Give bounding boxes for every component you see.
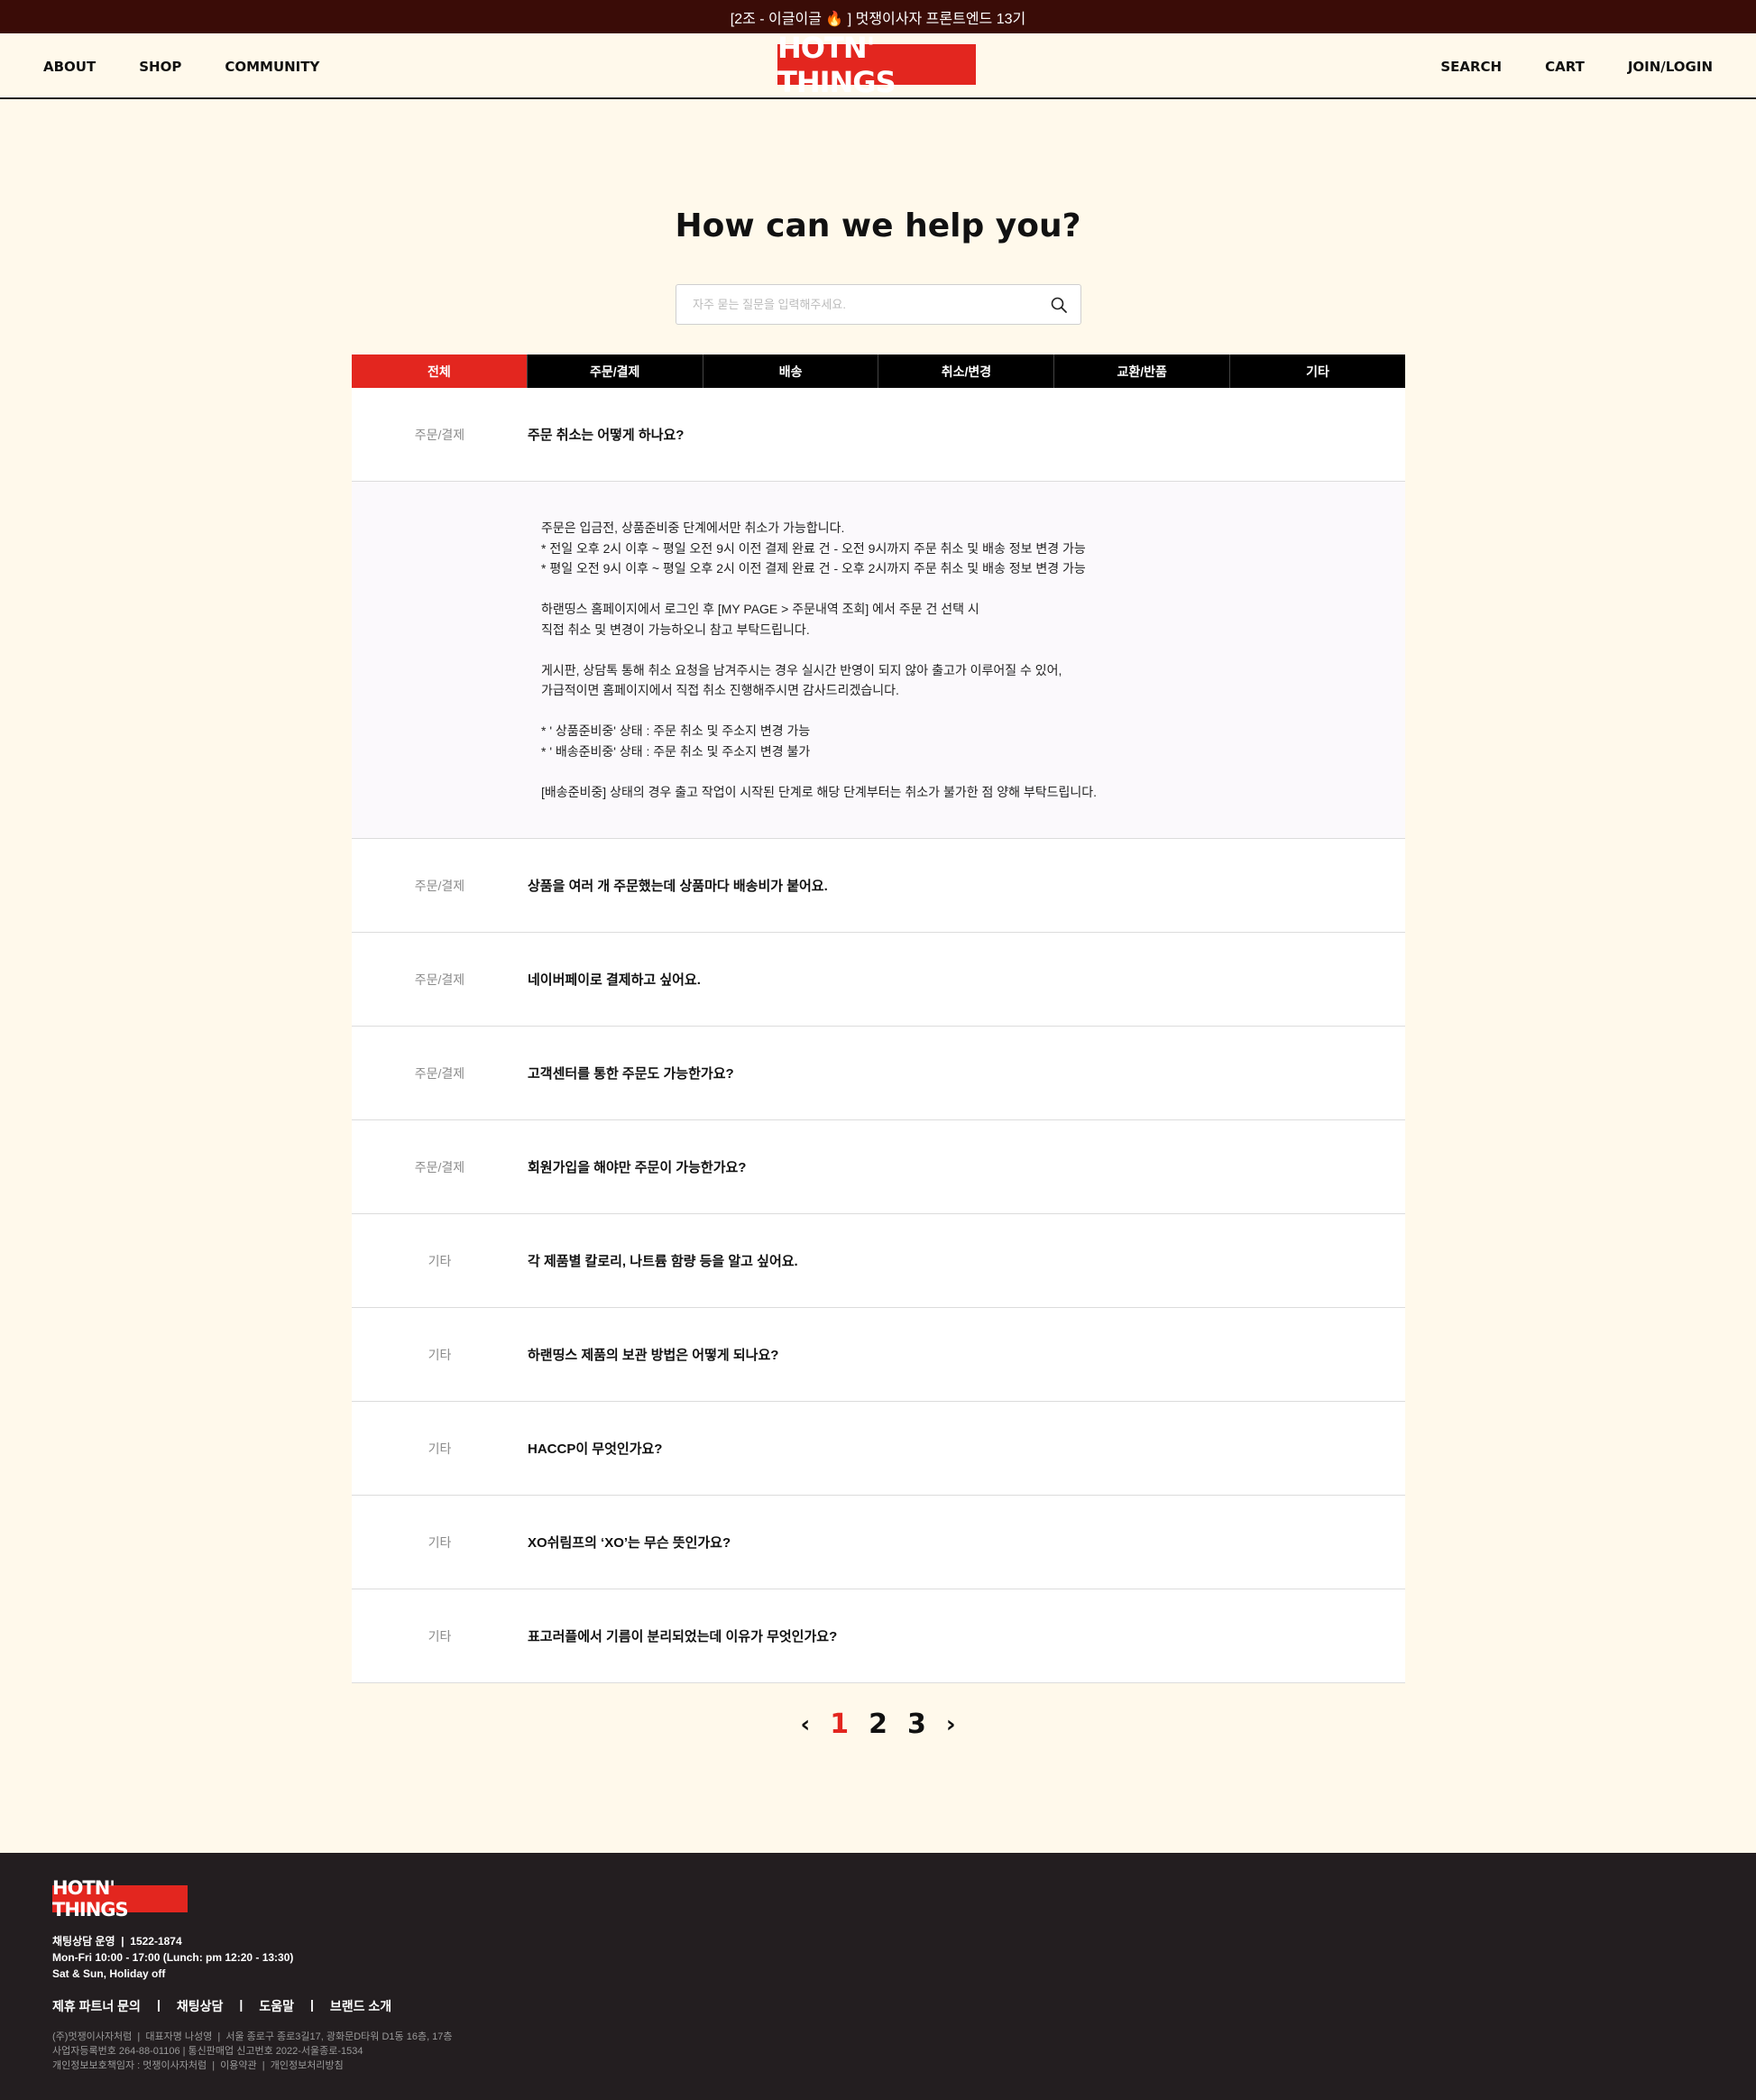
brand-logo[interactable]: HOTN' THINGS bbox=[777, 31, 976, 99]
answer-line: 가급적이면 홈페이지에서 직접 취소 진행해주시면 감사드리겠습니다. bbox=[541, 683, 899, 697]
site-header: ABOUT SHOP COMMUNITY HOTN' THINGS SEARCH… bbox=[0, 31, 1756, 99]
faq-category: 주문/결제 bbox=[414, 427, 465, 442]
faq-item[interactable]: 주문/결제 회원가입을 해야만 주문이 가능한가요? bbox=[352, 1120, 1405, 1214]
answer-line: * 전일 오후 2시 이후 ~ 평일 오전 9시 이전 결제 완료 건 - 오전… bbox=[541, 540, 1086, 556]
announcement-text: [2조 - 이글이글 🔥 ] 멋쟁이사자 프론트엔드 13기 bbox=[730, 11, 1026, 27]
answer-line: 직접 취소 및 변경이 가능하오니 참고 부탁드립니다. bbox=[541, 622, 810, 637]
site-footer: HOTN' THINGS 채팅상담 운영 | 1522-1874 Mon-Fri… bbox=[0, 1853, 1756, 2100]
faq-question: XO쉬림프의 ‘XO’는 무슨 뜻인가요? bbox=[528, 1535, 731, 1551]
faq-question: HACCP이 무엇인가요? bbox=[528, 1441, 663, 1457]
page-1-button[interactable]: 1 bbox=[830, 1709, 849, 1740]
answer-line bbox=[541, 640, 1405, 660]
announcement-bar: [2조 - 이글이글 🔥 ] 멋쟁이사자 프론트엔드 13기 bbox=[0, 0, 1756, 33]
footer-link-separator: | bbox=[156, 1997, 161, 2012]
faq-category: 주문/결제 bbox=[414, 878, 465, 893]
faq-question: 표고러플에서 기름이 분리되었는데 이유가 무엇인가요? bbox=[528, 1629, 838, 1644]
nav-shop-link[interactable]: SHOP bbox=[139, 59, 181, 75]
faq-question: 상품을 여러 개 주문했는데 상품마다 배송비가 붙어요. bbox=[528, 879, 828, 894]
footer-link-partner[interactable]: 제휴 파트너 문의 bbox=[52, 1997, 141, 2015]
tab-order-payment[interactable]: 주문/결제 bbox=[527, 355, 703, 388]
faq-category: 주문/결제 bbox=[414, 1159, 465, 1174]
faq-item[interactable]: 기타 표고러플에서 기름이 분리되었는데 이유가 무엇인가요? bbox=[352, 1589, 1405, 1683]
answer-line bbox=[541, 701, 1405, 722]
nav-community-link[interactable]: COMMUNITY bbox=[225, 59, 319, 75]
faq-category-tabs: 전체 주문/결제 배송 취소/변경 교환/반품 기타 bbox=[352, 355, 1405, 388]
nav-join-login-link[interactable]: JOIN/LOGIN bbox=[1628, 59, 1713, 75]
faq-category: 기타 bbox=[428, 1628, 452, 1644]
next-page-button[interactable]: › bbox=[946, 1711, 956, 1738]
faq-list: 주문/결제 주문 취소는 어떻게 하나요? 주문은 입금전, 상품준비중 단계에… bbox=[352, 388, 1405, 1683]
nav-search-link[interactable]: SEARCH bbox=[1440, 59, 1502, 75]
footer-legal-line: (주)멋쟁이사자처럼 | 대표자명 나성영 | 서울 종로구 종로3길17, 광… bbox=[52, 2031, 453, 2042]
answer-line: 주문은 입금전, 상품준비중 단계에서만 취소가 가능합니다. bbox=[541, 520, 845, 535]
footer-legal-line: 사업자등록번호 264-88-01106 | 통신판매업 신고번호 2022-서… bbox=[52, 2046, 363, 2057]
footer-logo[interactable]: HOTN' THINGS bbox=[52, 1877, 188, 1920]
faq-item[interactable]: 주문/결제 주문 취소는 어떻게 하나요? bbox=[352, 388, 1405, 482]
tab-etc[interactable]: 기타 bbox=[1230, 355, 1405, 388]
page-3-button[interactable]: 3 bbox=[907, 1709, 926, 1740]
footer-info-line: 채팅상담 운영 | 1522-1874 bbox=[52, 1935, 182, 1948]
faq-item[interactable]: 주문/결제 고객센터를 통한 주문도 가능한가요? bbox=[352, 1027, 1405, 1120]
nav-left: ABOUT SHOP COMMUNITY bbox=[43, 33, 319, 99]
page-title: How can we help you? bbox=[675, 207, 1081, 244]
footer-legal-line: 개인정보보호책임자 : 멋쟁이사자처럼 | 이용약관 | 개인정보처리방침 bbox=[52, 2060, 344, 2071]
search-icon[interactable] bbox=[1050, 296, 1068, 314]
answer-line: 하랜띵스 홈페이지에서 로그인 후 [MY PAGE > 주문내역 조회] 에서… bbox=[541, 602, 979, 616]
faq-question: 고객센터를 통한 주문도 가능한가요? bbox=[528, 1066, 734, 1082]
footer-link-separator: | bbox=[239, 1997, 244, 2012]
faq-question: 각 제품별 칼로리, 나트륨 함량 등을 알고 싶어요. bbox=[528, 1254, 798, 1269]
tab-cancel-change[interactable]: 취소/변경 bbox=[878, 355, 1055, 388]
footer-legal-info: (주)멋쟁이사자처럼 | 대표자명 나성영 | 서울 종로구 종로3길17, 광… bbox=[52, 2030, 453, 2073]
answer-line bbox=[541, 761, 1405, 782]
faq-answer-panel: 주문은 입금전, 상품준비중 단계에서만 취소가 가능합니다. * 전일 오후 … bbox=[352, 482, 1405, 839]
answer-line: * 평일 오전 9시 이후 ~ 평일 오후 2시 이전 결제 완료 건 - 오후… bbox=[541, 561, 1086, 576]
footer-link-help[interactable]: 도움말 bbox=[259, 1997, 294, 2015]
answer-line: 게시판, 상담톡 통해 취소 요청을 남겨주시는 경우 실시간 반영이 되지 않… bbox=[541, 662, 1062, 677]
faq-item[interactable]: 기타 하랜띵스 제품의 보관 방법은 어떻게 되나요? bbox=[352, 1308, 1405, 1402]
faq-search-input[interactable] bbox=[693, 285, 1035, 324]
faq-question: 회원가입을 해야만 주문이 가능한가요? bbox=[528, 1160, 747, 1175]
faq-category: 기타 bbox=[428, 1347, 452, 1362]
page-2-button[interactable]: 2 bbox=[869, 1709, 887, 1740]
tab-delivery[interactable]: 배송 bbox=[703, 355, 879, 388]
faq-category: 기타 bbox=[428, 1253, 452, 1268]
faq-item[interactable]: 주문/결제 네이버페이로 결제하고 싶어요. bbox=[352, 933, 1405, 1027]
faq-item[interactable]: 기타 HACCP이 무엇인가요? bbox=[352, 1402, 1405, 1496]
faq-category: 기타 bbox=[428, 1534, 452, 1550]
pagination: ‹ 1 2 3 › bbox=[0, 1709, 1756, 1740]
nav-about-link[interactable]: ABOUT bbox=[43, 59, 96, 75]
faq-item[interactable]: 주문/결제 상품을 여러 개 주문했는데 상품마다 배송비가 붙어요. bbox=[352, 839, 1405, 933]
footer-info-line: Sat & Sun, Holiday off bbox=[52, 1967, 166, 1980]
faq-category: 주문/결제 bbox=[414, 1065, 465, 1081]
faq-item[interactable]: 기타 XO쉬림프의 ‘XO’는 무슨 뜻인가요? bbox=[352, 1496, 1405, 1589]
faq-question: 주문 취소는 어떻게 하나요? bbox=[528, 428, 685, 443]
faq-search-box bbox=[676, 284, 1081, 325]
footer-link-brand[interactable]: 브랜드 소개 bbox=[330, 1997, 391, 2015]
faq-item[interactable]: 기타 각 제품별 칼로리, 나트륨 함량 등을 알고 싶어요. bbox=[352, 1214, 1405, 1308]
footer-contact-info: 채팅상담 운영 | 1522-1874 Mon-Fri 10:00 - 17:0… bbox=[52, 1933, 293, 1982]
footer-link-chat[interactable]: 채팅상담 bbox=[177, 1997, 224, 2015]
tab-all[interactable]: 전체 bbox=[352, 355, 528, 388]
tab-exchange-return[interactable]: 교환/반품 bbox=[1054, 355, 1231, 388]
footer-link-separator: | bbox=[309, 1997, 314, 2012]
nav-right: SEARCH CART JOIN/LOGIN bbox=[1440, 33, 1713, 99]
answer-line: * ' 상품준비중' 상태 : 주문 취소 및 주소지 변경 가능 bbox=[541, 723, 811, 738]
answer-line: * ' 배송준비중' 상태 : 주문 취소 및 주소지 변경 불가 bbox=[541, 743, 811, 759]
nav-cart-link[interactable]: CART bbox=[1545, 59, 1585, 75]
footer-links: 제휴 파트너 문의 | 채팅상담 | 도움말 | 브랜드 소개 bbox=[52, 1997, 391, 2015]
footer-info-line: Mon-Fri 10:00 - 17:00 (Lunch: pm 12:20 -… bbox=[52, 1951, 294, 1964]
faq-question: 하랜띵스 제품의 보관 방법은 어떻게 되나요? bbox=[528, 1348, 779, 1363]
answer-line bbox=[541, 579, 1405, 600]
faq-question: 네이버페이로 결제하고 싶어요. bbox=[528, 972, 701, 988]
answer-line: [배송준비중] 상태의 경우 출고 작업이 시작된 단계로 해당 단계부터는 취… bbox=[541, 784, 1098, 799]
prev-page-button[interactable]: ‹ bbox=[800, 1711, 810, 1738]
faq-category: 기타 bbox=[428, 1441, 452, 1456]
faq-category: 주문/결제 bbox=[414, 972, 465, 987]
